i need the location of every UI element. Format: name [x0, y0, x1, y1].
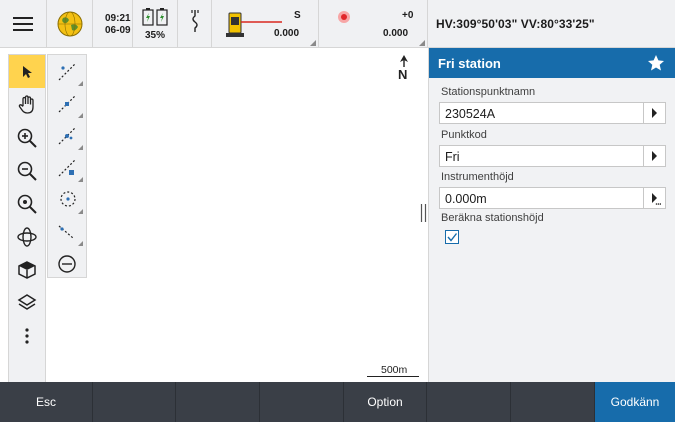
instrument-s-label: S — [294, 10, 301, 21]
hv-readout-bar: HV:309°50'03" VV:80°33'25" — [427, 0, 675, 48]
instrument-height-label: Instrumenthöjd — [441, 171, 514, 183]
cogo-point-c-icon — [58, 159, 76, 176]
battery-percent-text: 35% — [145, 30, 166, 41]
cogo-point-a-icon — [58, 95, 76, 112]
status-bar: 09:21 06-09 35% S 0.000 +0 0.000 — [0, 0, 427, 48]
station-name-value: 230524A — [445, 107, 496, 121]
laser-target-icon — [338, 11, 350, 23]
cogo-circle-icon — [60, 190, 76, 207]
hamburger-menu-icon — [13, 17, 33, 31]
pan-tool-button[interactable] — [9, 88, 45, 121]
target-button[interactable]: +0 0.000 — [319, 0, 427, 48]
point-code-menu-button[interactable] — [643, 146, 665, 166]
layers-button[interactable] — [9, 286, 45, 319]
cogo-point-a-button[interactable] — [49, 87, 85, 120]
station-name-label: Stationspunktnamn — [441, 86, 536, 98]
bottom-action-bar: Esc Option Godkänn — [0, 382, 675, 422]
pan-hand-icon — [18, 94, 34, 114]
zoom-in-button[interactable] — [9, 121, 45, 154]
view-cube-button[interactable] — [9, 253, 45, 286]
map-toolbar-cogo — [47, 54, 87, 278]
zoom-out-button[interactable] — [9, 154, 45, 187]
instrument-button[interactable]: S 0.000 — [212, 0, 319, 48]
scale-bar: 500m — [367, 364, 421, 378]
minus-circle-icon — [58, 254, 76, 273]
globe-icon — [57, 11, 83, 37]
map-view[interactable]: N 500m — [0, 48, 427, 384]
point-code-field[interactable]: Fri — [439, 145, 666, 167]
select-tool-button[interactable] — [9, 55, 45, 88]
cogo-point-b-button[interactable] — [49, 119, 85, 152]
empty-softkey-2 — [176, 382, 260, 422]
cogo-line-button[interactable] — [49, 55, 85, 88]
compute-station-height-checkbox[interactable] — [445, 230, 459, 244]
zoom-out-icon — [17, 161, 37, 181]
zoom-extents-button[interactable] — [9, 187, 45, 220]
date-text: 06-09 — [105, 25, 131, 36]
instrument-height-field[interactable]: 0.000m — [439, 187, 666, 209]
more-vertical-icon — [25, 327, 29, 344]
empty-softkey-1 — [93, 382, 176, 422]
empty-softkey-3 — [260, 382, 344, 422]
map-toolbar-left — [8, 54, 46, 384]
more-tools-button[interactable] — [9, 319, 45, 352]
connection-button[interactable] — [178, 0, 212, 48]
checkmark-icon — [447, 233, 458, 242]
option-button[interactable]: Option — [344, 382, 427, 422]
station-setup-panel: Fri station Stationspunktnamn 230524A Pu… — [428, 48, 675, 382]
orbit-button[interactable] — [9, 220, 45, 253]
compute-station-height-label: Beräkna stationshöjd — [441, 212, 544, 224]
cogo-arc-button[interactable] — [49, 215, 85, 248]
esc-button[interactable]: Esc — [0, 382, 93, 422]
accept-button[interactable]: Godkänn — [595, 382, 675, 422]
battery-button[interactable]: 35% — [133, 0, 178, 48]
cogo-point-c-button[interactable] — [49, 151, 85, 184]
triangle-right-icon — [652, 151, 657, 161]
station-name-field[interactable]: 230524A — [439, 102, 666, 124]
favorite-star-icon[interactable] — [647, 54, 665, 72]
empty-softkey-4 — [427, 382, 511, 422]
empty-softkey-5 — [511, 382, 595, 422]
triangle-right-icon — [652, 108, 657, 118]
point-code-value: Fri — [445, 150, 460, 164]
cogo-arc-icon — [58, 225, 74, 238]
time-text: 09:21 — [105, 13, 131, 24]
offset-label: +0 — [402, 10, 414, 21]
cogo-point-b-icon — [58, 127, 76, 144]
minus-circle-button[interactable] — [49, 247, 85, 280]
battery-icon — [142, 8, 168, 26]
clock-display: 09:21 06-09 — [93, 0, 133, 48]
menu-button[interactable] — [0, 0, 47, 48]
zoom-in-icon — [17, 128, 37, 148]
panel-header: Fri station — [429, 48, 675, 78]
cogo-line-icon — [58, 63, 76, 80]
north-arrow: N — [396, 55, 412, 85]
job-button[interactable] — [47, 0, 93, 48]
offset-value: 0.000 — [383, 28, 409, 39]
scale-label: 500m — [381, 364, 408, 376]
cogo-circle-button[interactable] — [49, 183, 85, 216]
select-arrow-icon — [23, 65, 32, 78]
point-code-label: Punktkod — [441, 129, 487, 141]
instrument-height-value: 0.000m — [445, 192, 487, 206]
triangle-right-more-icon — [652, 193, 661, 205]
panel-resize-handle[interactable] — [420, 202, 427, 224]
station-name-menu-button[interactable] — [643, 103, 665, 123]
orbit-icon — [17, 226, 37, 247]
hv-vv-readout: HV:309°50'03" VV:80°33'25" — [436, 17, 595, 31]
app-window: 09:21 06-09 35% S 0.000 +0 0.000 HV:309°… — [0, 0, 675, 422]
instrument-height-menu-button[interactable] — [643, 188, 665, 208]
north-arrow-icon — [400, 55, 408, 67]
zoom-extents-icon — [17, 194, 37, 214]
instrument-s-value: 0.000 — [274, 28, 300, 39]
north-label: N — [398, 67, 408, 82]
view-cube-icon — [18, 260, 36, 279]
splitter-grip-icon — [420, 204, 427, 222]
connection-cable-icon — [191, 10, 199, 32]
layers-icon — [17, 293, 37, 310]
panel-title: Fri station — [438, 56, 501, 71]
